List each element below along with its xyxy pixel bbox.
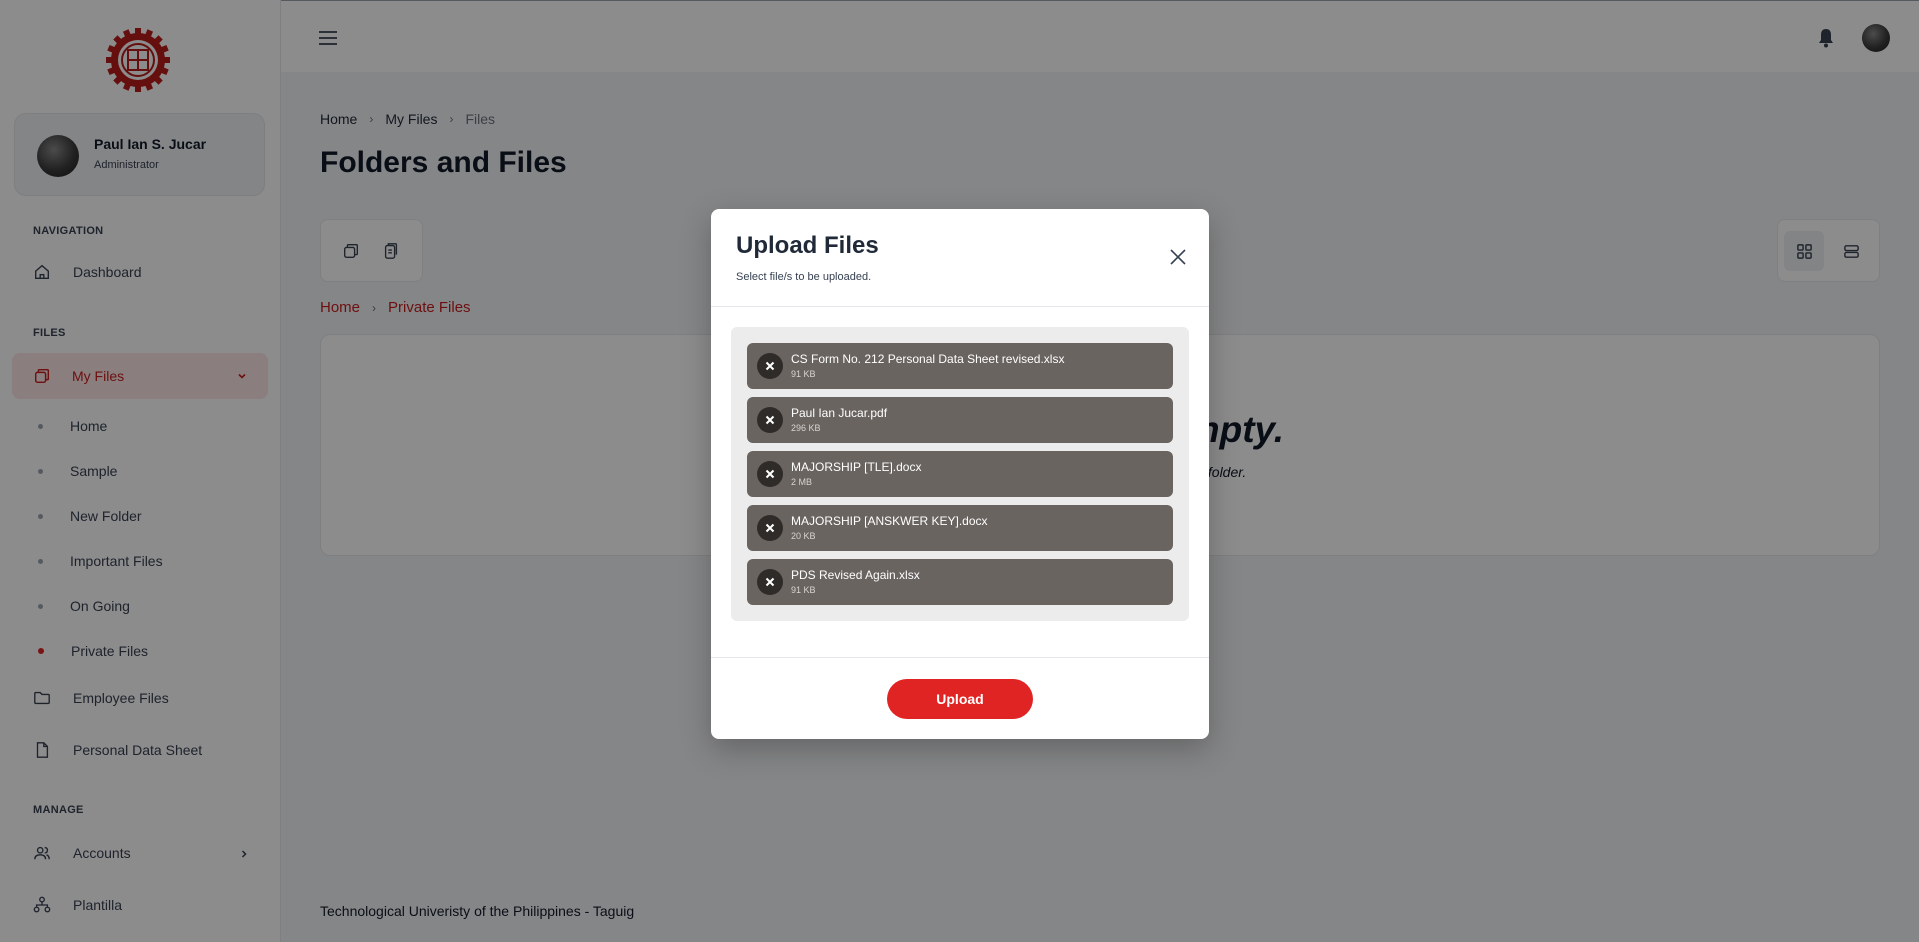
file-size: 296 KB — [791, 423, 821, 433]
file-dropzone[interactable]: CS Form No. 212 Personal Data Sheet revi… — [731, 327, 1189, 621]
close-icon — [765, 415, 775, 425]
file-item: MAJORSHIP [ANSKWER KEY].docx 20 KB — [747, 505, 1173, 551]
modal-title: Upload Files — [736, 232, 879, 259]
remove-file-button[interactable] — [757, 353, 783, 379]
divider — [711, 306, 1209, 307]
close-icon — [765, 469, 775, 479]
file-item: CS Form No. 212 Personal Data Sheet revi… — [747, 343, 1173, 389]
file-name: MAJORSHIP [ANSKWER KEY].docx — [791, 514, 988, 528]
file-item: MAJORSHIP [TLE].docx 2 MB — [747, 451, 1173, 497]
file-name: PDS Revised Again.xlsx — [791, 568, 920, 582]
file-item: Paul Ian Jucar.pdf 296 KB — [747, 397, 1173, 443]
modal-subtitle: Select file/s to be uploaded. — [736, 271, 872, 283]
remove-file-button[interactable] — [757, 461, 783, 487]
file-size: 20 KB — [791, 531, 816, 541]
remove-file-button[interactable] — [757, 569, 783, 595]
upload-button[interactable]: Upload — [887, 679, 1033, 719]
remove-file-button[interactable] — [757, 515, 783, 541]
upload-files-modal: Upload Files Select file/s to be uploade… — [711, 209, 1209, 739]
close-icon — [765, 523, 775, 533]
file-name: CS Form No. 212 Personal Data Sheet revi… — [791, 352, 1065, 366]
file-name: Paul Ian Jucar.pdf — [791, 406, 888, 420]
close-icon — [765, 361, 775, 371]
file-size: 91 KB — [791, 585, 816, 595]
remove-file-button[interactable] — [757, 407, 783, 433]
divider — [711, 657, 1209, 658]
file-name: MAJORSHIP [TLE].docx — [791, 460, 922, 474]
file-item: PDS Revised Again.xlsx 91 KB — [747, 559, 1173, 605]
file-size: 91 KB — [791, 369, 816, 379]
close-icon — [765, 577, 775, 587]
close-icon[interactable] — [1169, 248, 1187, 266]
file-size: 2 MB — [791, 477, 813, 487]
file-list: CS Form No. 212 Personal Data Sheet revi… — [747, 343, 1173, 613]
